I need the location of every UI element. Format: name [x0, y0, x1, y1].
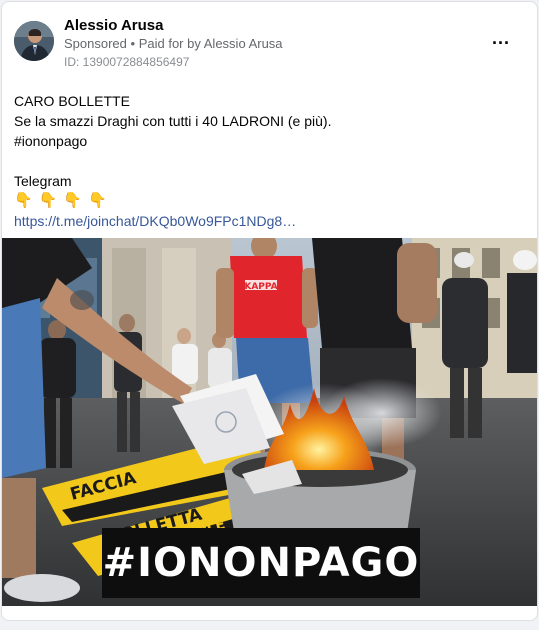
pointing-down-emoji: 👇	[63, 192, 83, 209]
post-header: Alessio Arusa Sponsored • Paid for by Al…	[14, 14, 525, 74]
post-text-line: Telegram	[14, 173, 72, 189]
meta-separator: •	[130, 36, 136, 51]
ad-id: ID: 1390072884856497	[64, 55, 190, 69]
post-text-line: Se la smazzi Draghi con tutti i 40 LADRO…	[14, 113, 332, 129]
more-options-button[interactable]: ...	[487, 28, 515, 56]
telegram-link[interactable]: https://t.me/joinchat/DKQb0Wo9FPc1NDg8…	[14, 211, 525, 231]
shirt-logo: KAPPA	[244, 282, 277, 292]
ad-image[interactable]: KAPPA FACCIA BOLLETTA ORDINANDOLE	[2, 238, 537, 606]
sponsored-label[interactable]: Sponsored	[64, 36, 127, 51]
pointing-down-emoji: 👇	[38, 192, 58, 209]
paid-for-label: Paid for by	[138, 36, 201, 51]
sponsored-meta: Sponsored • Paid for by Alessio Arusa	[64, 36, 283, 51]
ad-card: Alessio Arusa Sponsored • Paid for by Al…	[1, 1, 538, 621]
post-text-line: CARO BOLLETTE	[14, 93, 130, 109]
hashtag: #iononpago	[14, 133, 88, 149]
avatar-image	[14, 21, 54, 61]
payer-name: Alessio Arusa	[203, 36, 283, 51]
post-text: CARO BOLLETTE Se la smazzi Draghi con tu…	[14, 91, 525, 231]
page-name[interactable]: Alessio Arusa	[64, 17, 164, 34]
avatar[interactable]	[14, 21, 54, 61]
more-horizontal-icon: ...	[491, 28, 510, 48]
pointing-down-emoji: 👇	[14, 192, 33, 209]
hashtag-overlay: #IONONPAGO	[102, 528, 420, 598]
emoji-row: 👇 👇 👇 👇	[14, 191, 525, 211]
pointing-down-emoji: 👇	[88, 192, 107, 209]
